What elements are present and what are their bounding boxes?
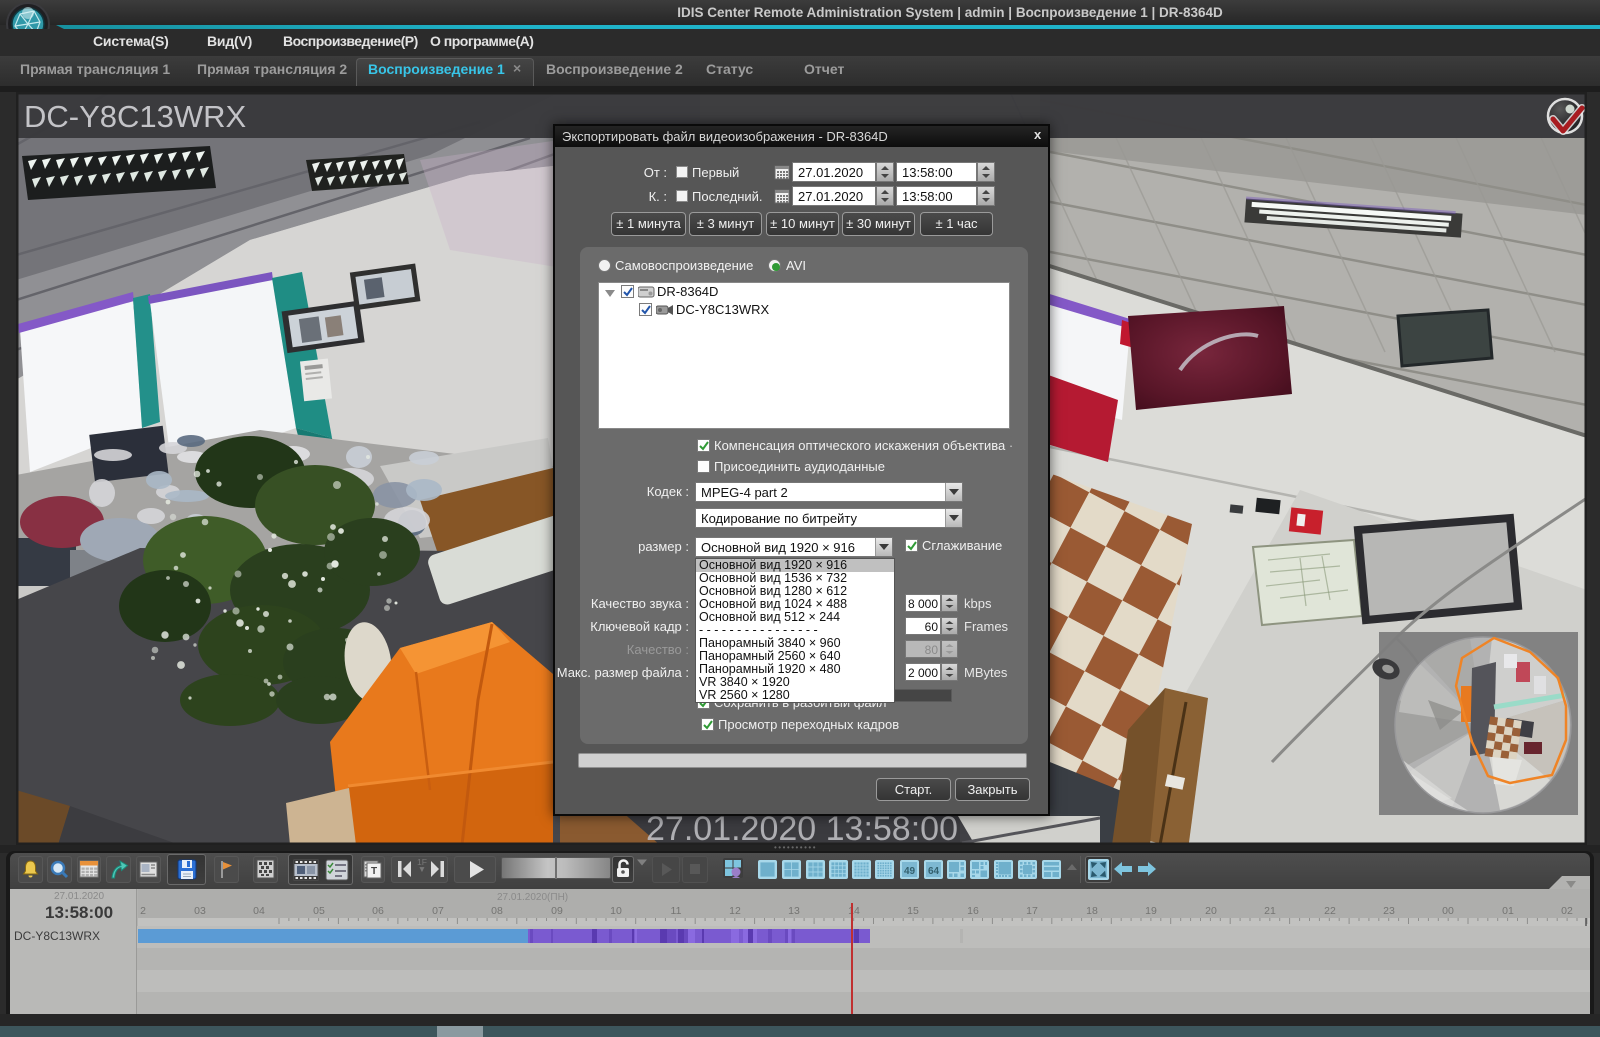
svg-text:DC-Y8C13WRX: DC-Y8C13WRX [24, 99, 247, 134]
svg-text:T: T [371, 866, 377, 877]
svg-text:64: 64 [928, 866, 940, 877]
svg-text:49: 49 [904, 866, 916, 877]
